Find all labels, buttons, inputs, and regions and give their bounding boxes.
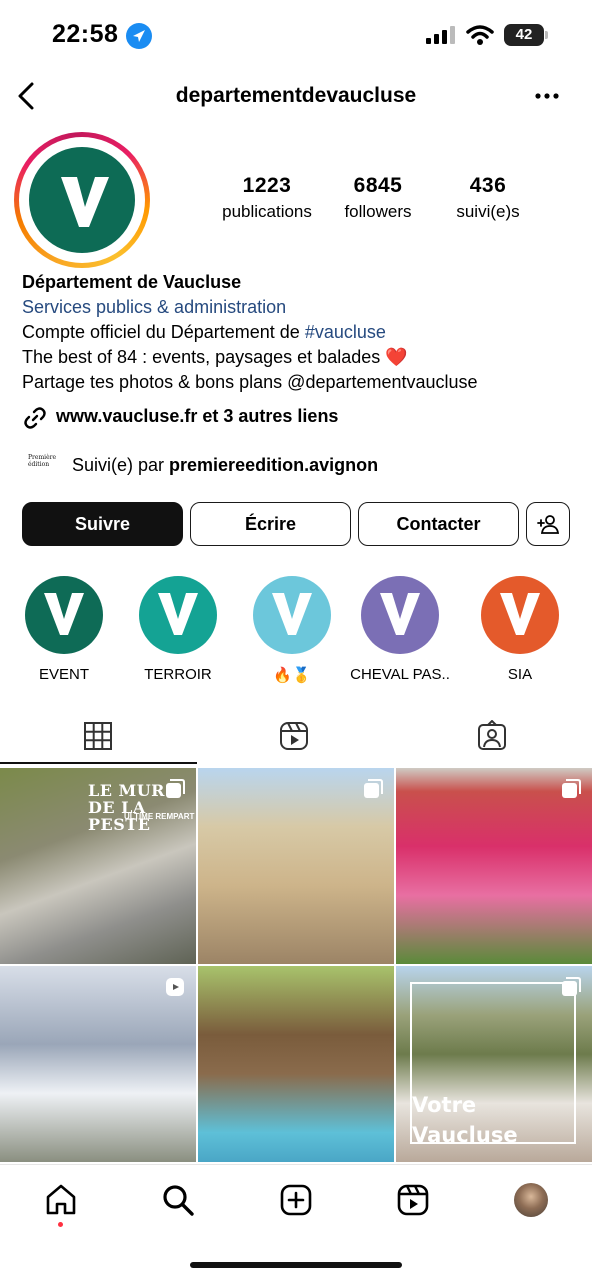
stat-label: suivi(e)s — [456, 202, 520, 221]
profile-category[interactable]: Services publics & administration — [22, 295, 582, 320]
followed-by-row[interactable]: Première édition Suivi(e) par premiereed… — [28, 450, 568, 480]
highlight-label: 🔥🥇 — [273, 667, 311, 684]
stat-label: followers — [344, 202, 412, 221]
link-text[interactable]: www.vaucluse.fr et 3 autres liens — [56, 406, 338, 427]
tagged-icon[interactable] — [476, 719, 508, 752]
profile-bio: Département de Vaucluse Services publics… — [22, 270, 582, 395]
followed-by-prefix: Suivi(e) par — [72, 455, 170, 475]
profile-display-name: Département de Vaucluse — [22, 272, 242, 292]
notification-dot — [58, 1222, 63, 1227]
home-icon[interactable] — [44, 1183, 78, 1217]
followed-by-text: Suivi(e) par premiereedition.avignon — [72, 455, 378, 476]
highlight-label: SIA — [507, 666, 533, 683]
wifi-icon — [466, 24, 494, 46]
message-button[interactable]: Écrire — [190, 502, 351, 546]
highlight-cheval[interactable]: CHEVAL PAS.. — [350, 576, 450, 683]
highlight-cover — [361, 576, 439, 654]
highlight-cover — [25, 576, 103, 654]
followed-by-avatar: Première édition — [28, 454, 57, 468]
home-indicator — [190, 1262, 402, 1268]
post-thumbnail[interactable] — [396, 768, 592, 964]
post-thumbnail[interactable]: LE MUR DE LA PESTE ULTIME REMPART — [0, 768, 196, 964]
highlight-awards[interactable]: 🔥🥇 — [242, 576, 342, 684]
grid-icon[interactable] — [82, 720, 114, 752]
link-icon — [22, 405, 48, 431]
reels-icon[interactable] — [278, 720, 310, 752]
carousel-icon — [560, 976, 582, 998]
highlight-terroir[interactable]: TERROIR — [128, 576, 228, 683]
highlight-label: EVENT — [38, 666, 89, 683]
stat-value: 1223 — [242, 174, 292, 197]
post-thumbnail[interactable] — [198, 768, 394, 964]
stat-following[interactable]: 436 suivi(e)s — [440, 174, 536, 222]
post-thumbnail[interactable]: Votre Vaucluse — [396, 966, 592, 1162]
stat-value: 6845 — [353, 174, 403, 197]
more-icon[interactable] — [532, 84, 562, 108]
post-thumbnail[interactable] — [0, 966, 196, 1162]
reel-icon — [164, 976, 186, 998]
hashtag-link[interactable]: #vaucluse — [305, 322, 386, 342]
carousel-icon — [362, 778, 384, 800]
search-icon[interactable] — [161, 1183, 195, 1217]
vaucluse-logo-icon — [29, 147, 135, 253]
bottom-navigation — [0, 1164, 592, 1236]
stat-label: publications — [222, 202, 312, 221]
bio-text: Compte officiel du Département de — [22, 322, 305, 342]
highlight-cover — [139, 576, 217, 654]
add-user-icon — [537, 515, 559, 534]
reels-nav-icon[interactable] — [396, 1183, 430, 1217]
profile-tabs — [0, 712, 592, 764]
suggested-users-button[interactable] — [526, 502, 570, 546]
profile-avatar[interactable] — [14, 132, 150, 268]
status-bar: 22:58 42 — [0, 0, 592, 70]
create-icon[interactable] — [279, 1183, 313, 1217]
highlight-sia[interactable]: SIA — [470, 576, 570, 683]
bio-line-2: The best of 84 : events, paysages et bal… — [22, 345, 582, 370]
profile-username: departementdevaucluse — [175, 84, 417, 107]
highlight-label: TERROIR — [144, 666, 212, 683]
highlight-cover — [481, 576, 559, 654]
stat-publications[interactable]: 1223 publications — [212, 174, 322, 222]
location-arrow-icon — [126, 23, 152, 49]
followed-by-name: premiereedition.avignon — [169, 455, 379, 475]
contact-button[interactable]: Contacter — [358, 502, 519, 546]
bio-line-3: Partage tes photos & bons plans @departe… — [22, 372, 478, 392]
battery-indicator: 42 — [504, 24, 544, 46]
post-thumbnail[interactable] — [198, 966, 394, 1162]
battery-tip — [545, 31, 548, 39]
post-overlay-subtitle: ULTIME REMPART — [124, 812, 195, 821]
cellular-signal-icon — [426, 26, 456, 44]
highlight-event[interactable]: EVENT — [14, 576, 114, 683]
heart-emoji: ❤️ — [385, 347, 408, 367]
profile-header: departementdevaucluse — [0, 72, 592, 120]
status-time: 22:58 — [52, 20, 119, 48]
carousel-icon — [164, 778, 186, 800]
highlight-cover — [253, 576, 331, 654]
active-tab-indicator — [0, 762, 197, 764]
post-overlay-title: Votre Vaucluse — [412, 1093, 518, 1147]
follow-button[interactable]: Suivre — [22, 502, 183, 546]
profile-avatar-icon[interactable] — [514, 1183, 548, 1217]
bio-line-1: Compte officiel du Département de #vaucl… — [22, 320, 582, 345]
carousel-icon — [560, 778, 582, 800]
stat-followers[interactable]: 6845 followers — [330, 174, 426, 222]
bio-text: The best of 84 : events, paysages et bal… — [22, 347, 381, 367]
highlight-label: CHEVAL PAS.. — [350, 666, 450, 683]
stat-value: 436 — [469, 174, 507, 197]
